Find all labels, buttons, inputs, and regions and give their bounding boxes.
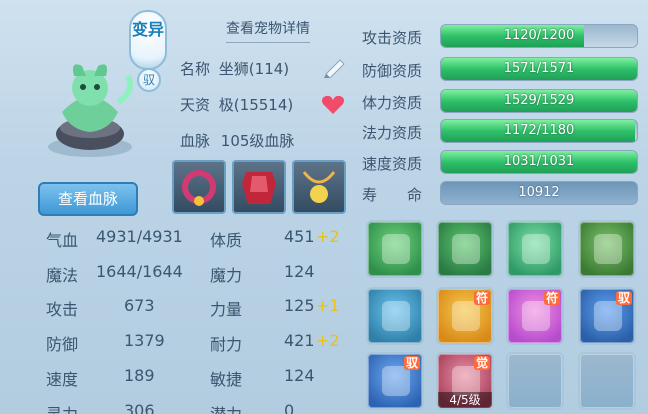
skill-slot-empty[interactable] [578,352,636,410]
aptitude-value: 1031/1031 [503,154,575,169]
view-pet-details-link[interactable]: 查看宠物详情 [226,18,310,43]
attribute-value: 124 [284,366,315,385]
skill-tag: 驭 [403,356,420,370]
skill-slot-empty[interactable] [506,352,564,410]
equip-slot-necklace[interactable] [172,160,226,214]
aptitude-label: 速度资质 [362,155,423,173]
stat-label: 防御 [46,335,79,354]
rename-pencil-icon[interactable] [322,56,348,82]
attribute-value: 124 [284,262,315,281]
tame-badge: 驭 [137,68,161,92]
aptitude-value: 1571/1571 [503,61,575,76]
heart-icon[interactable] [320,94,346,120]
attribute-label: 潜力 [210,401,242,414]
stat-label: 速度 [46,370,79,389]
equip-slot-armor[interactable] [232,160,286,214]
stat-value: 4931/4931 [96,227,183,246]
aptitude-value: 1120/1200 [503,28,575,43]
skill-slot[interactable] [436,220,494,278]
skill-tag: 驭 [615,291,632,305]
attribute-bonus: +2 [316,227,340,246]
aptitude-bar: 1529/1529 [440,89,638,113]
attribute-bonus: +1 [316,296,340,315]
life-label: 寿 命 [362,186,423,204]
pet-blood-label: 血脉 [180,132,211,150]
attribute-label: 敏捷 [210,370,243,389]
skill-slot[interactable]: 符 [436,287,494,345]
aptitude-bar: 1031/1031 [440,150,638,174]
skill-slot[interactable] [578,220,636,278]
skill-tag: 觉 [473,356,490,370]
aptitude-label: 体力资质 [362,94,423,112]
attribute-label: 力量 [210,300,243,319]
armor-icon [594,301,622,331]
attribute-value: 0 [284,401,295,414]
pet-name-value: 坐狮(114) [218,60,290,78]
pet-talent-value: 极(15514) [218,96,294,114]
attribute-value: 451 [284,227,315,246]
aptitude-bar: 1571/1571 [440,57,638,81]
skill-slot[interactable] [366,287,424,345]
attribute-bonus: +2 [316,331,340,350]
stat-label: 灵力 [46,401,78,414]
horse-icon [452,234,480,264]
life-bar: 10912 [440,181,638,205]
stat-value: 673 [124,296,155,315]
stat-value: 306 [124,401,155,414]
view-bloodline-button[interactable]: 查看血脉 [38,182,138,216]
aptitude-value: 1529/1529 [503,93,575,108]
defense-icon [522,234,550,264]
aptitude-value: 1172/1180 [503,123,575,138]
attribute-value: 421 [284,331,315,350]
aptitude-label: 法力资质 [362,124,423,142]
stat-label: 攻击 [46,300,79,319]
blue-shield-icon [382,366,410,396]
aptitude-label: 防御资质 [362,62,423,80]
aptitude-bar: 1120/1200 [440,24,638,48]
equip-slot-amulet[interactable] [292,160,346,214]
attribute-value: 125 [284,296,315,315]
skill-tag: 符 [543,291,560,305]
pet-blood-value: 105级血脉 [220,132,295,150]
stat-label: 气血 [46,231,79,250]
attribute-label: 耐力 [210,335,243,354]
attribute-label: 体质 [210,231,243,250]
turtle-icon [594,234,622,264]
skill-tag: 符 [473,291,490,305]
skill-slot[interactable]: 驭 [578,287,636,345]
stat-value: 189 [124,366,155,385]
skill-slot[interactable]: 符 [506,287,564,345]
mutation-badge: 变异 [129,10,167,70]
pet-blood-row: 血脉 105级血脉 [180,130,294,151]
stat-value: 1379 [124,331,165,350]
life-value: 10912 [518,185,560,200]
skill-slot[interactable] [366,220,424,278]
pet-portrait[interactable] [40,42,140,162]
heart-icon [522,301,550,331]
skill-level: 4/5级 [438,392,492,408]
skill-slot[interactable] [506,220,564,278]
pet-name-row: 名称 坐狮(114) [180,58,289,79]
stat-value: 1644/1644 [96,262,183,281]
aptitude-label: 攻击资质 [362,29,423,47]
shield-icon [382,234,410,264]
aptitude-bar: 1172/1180 [440,119,638,143]
stat-label: 魔法 [46,266,79,285]
skill-slot[interactable]: 觉 4/5级 [436,352,494,410]
cauldron-icon [382,301,410,331]
pet-name-label: 名称 [180,60,211,78]
skill-slot[interactable]: 驭 [366,352,424,410]
wings-icon [452,301,480,331]
pet-talent-label: 天资 [180,96,211,114]
pet-talent-row: 天资 极(15514) [180,94,293,115]
attribute-label: 魔力 [210,266,243,285]
